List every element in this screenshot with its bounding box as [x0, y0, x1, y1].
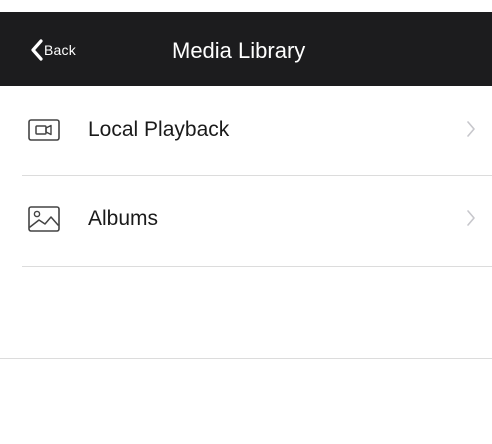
- page-title: Media Library: [172, 38, 306, 63]
- chevron-right-icon: [466, 120, 476, 143]
- list-item-local-playback[interactable]: Local Playback: [0, 86, 492, 175]
- video-camera-icon: [27, 116, 61, 144]
- back-label: Back: [44, 42, 76, 58]
- local-playback-label: Local Playback: [88, 118, 230, 141]
- media-library-screen: Back Media Library Local Playback Albums: [0, 0, 492, 444]
- status-bar-area: [0, 0, 492, 12]
- chevron-left-icon: [30, 39, 43, 61]
- divider: [22, 266, 492, 267]
- back-button[interactable]: Back: [30, 37, 76, 63]
- divider: [22, 175, 492, 176]
- albums-label: Albums: [88, 207, 159, 230]
- divider: [0, 358, 492, 359]
- photo-album-icon: [27, 205, 61, 233]
- chevron-right-icon: [466, 209, 476, 232]
- list-item-albums[interactable]: Albums: [0, 175, 492, 264]
- navigation-bar: Back Media Library: [0, 12, 492, 86]
